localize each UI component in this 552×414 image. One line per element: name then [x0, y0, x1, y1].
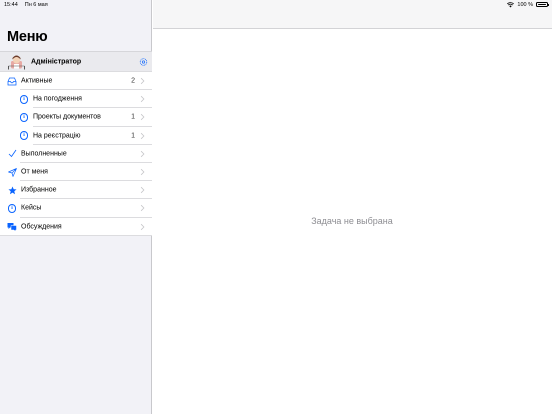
count-badge: 2 [131, 77, 135, 85]
sidebar-item-discussions[interactable]: Обсуждения [0, 218, 152, 236]
avatar [8, 55, 25, 70]
chevron-right-icon [140, 114, 145, 121]
inbox-icon [7, 76, 17, 86]
status-bar-right: 100 % [507, 1, 549, 8]
sidebar: Меню Адміністратор Активные 2 i На погод… [0, 0, 152, 414]
chevron-right-icon [140, 96, 145, 103]
sidebar-item-registration[interactable]: i На реєстрацію 1 [0, 127, 152, 145]
chevron-right-icon [140, 150, 145, 157]
star-icon [7, 185, 17, 195]
status-bar: 15:44 Пн 6 мая 100 % [0, 0, 552, 10]
user-row[interactable]: Адміністратор [0, 52, 152, 72]
info-icon: i [19, 131, 29, 141]
gear-icon[interactable] [139, 58, 148, 67]
chat-bubbles-icon [7, 222, 17, 232]
sidebar-item-label: Избранное [21, 186, 57, 194]
sidebar-item-from-me[interactable]: От меня [0, 163, 152, 182]
battery-level: 100 % [517, 1, 533, 8]
info-icon: i [19, 112, 29, 122]
sidebar-item-completed[interactable]: Выполненные [0, 145, 152, 164]
sidebar-item-label: От меня [21, 168, 48, 176]
status-date: Пн 6 мая [24, 1, 48, 8]
sidebar-item-draft-documents[interactable]: i Проекты документов 1 [0, 108, 152, 127]
sidebar-item-favorites[interactable]: Избранное [0, 181, 152, 200]
battery-icon [536, 2, 549, 7]
menu-list: Адміністратор Активные 2 i На погодження [0, 51, 152, 236]
sidebar-item-label: Активные [21, 77, 53, 85]
checkmark-icon [7, 149, 17, 159]
count-badge: 1 [131, 132, 135, 140]
sidebar-title: Меню [7, 29, 48, 45]
sidebar-item-label: Проекты документов [33, 113, 101, 121]
status-bar-left: 15:44 Пн 6 мая [4, 2, 48, 8]
user-name: Адміністратор [31, 58, 82, 66]
status-time: 15:44 [4, 1, 18, 8]
sidebar-item-label: Обсуждения [21, 223, 62, 231]
sidebar-item-approval[interactable]: i На погодження [0, 90, 152, 109]
sidebar-item-label: Кейсы [21, 204, 42, 212]
wifi-icon [507, 1, 515, 7]
chevron-right-icon [140, 205, 145, 212]
paper-plane-icon [7, 167, 17, 177]
sidebar-item-label: На реєстрацію [33, 132, 81, 140]
count-badge: 1 [131, 113, 135, 121]
info-icon: i [7, 203, 17, 213]
sidebar-item-label: На погодження [33, 95, 82, 103]
sidebar-item-label: Выполненные [21, 150, 67, 158]
chevron-right-icon [140, 78, 145, 85]
chevron-right-icon [140, 132, 145, 139]
empty-state-message: Задача не выбрана [311, 216, 393, 226]
chevron-right-icon [140, 223, 145, 230]
chevron-right-icon [140, 168, 145, 176]
info-icon: i [19, 94, 29, 104]
chevron-right-icon [140, 187, 145, 194]
sidebar-item-cases[interactable]: i Кейсы [0, 199, 152, 218]
sidebar-item-active[interactable]: Активные 2 [0, 72, 152, 91]
